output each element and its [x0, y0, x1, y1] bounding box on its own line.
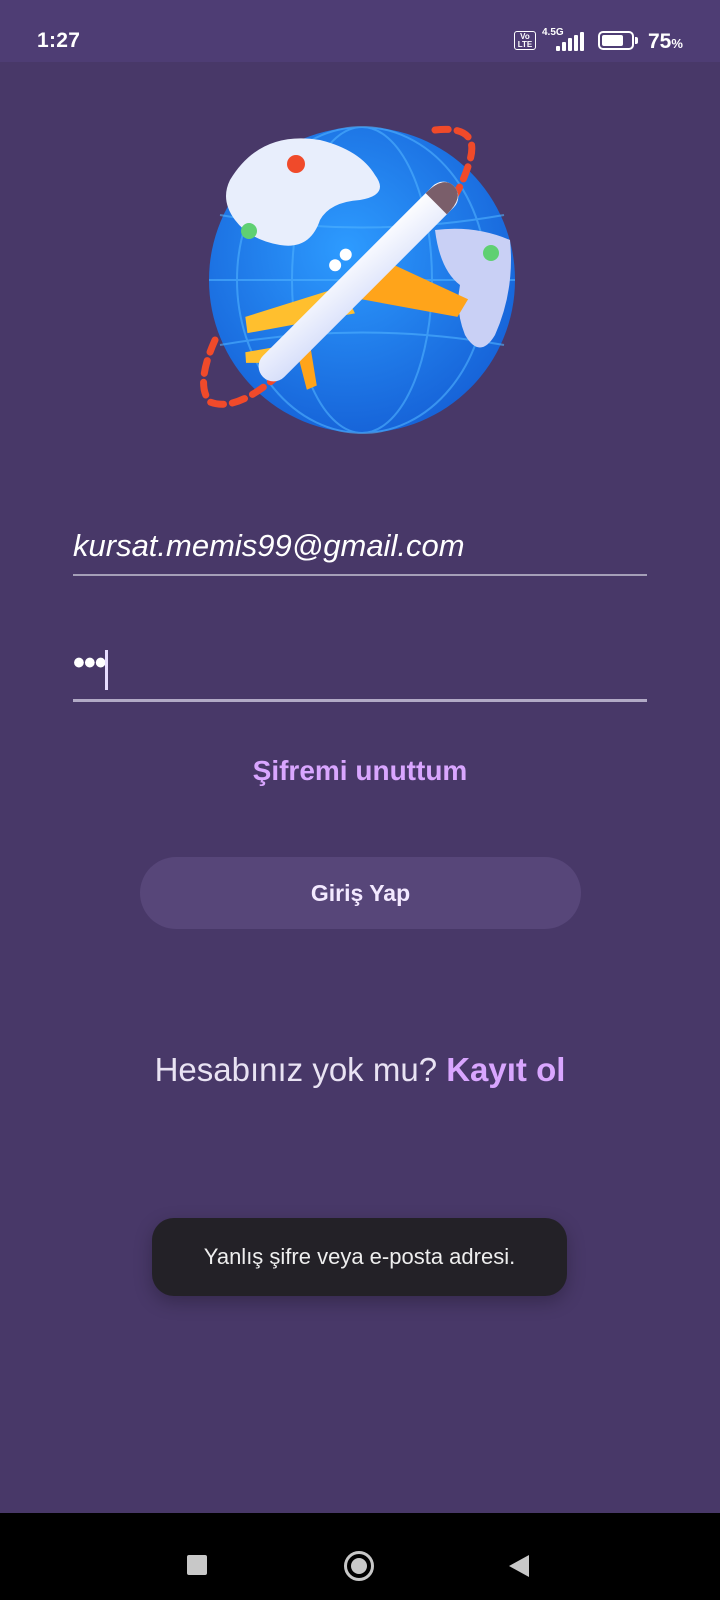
status-bar: 1:27 Vo LTE 4.5G 75%: [0, 0, 720, 62]
error-toast: Yanlış şifre veya e-posta adresi.: [152, 1218, 567, 1296]
back-icon[interactable]: [509, 1555, 529, 1577]
email-input-value: kursat.memis99@gmail.com: [73, 528, 465, 563]
signal-icon: [552, 32, 588, 51]
password-input-value: •••: [73, 644, 107, 682]
email-field[interactable]: kursat.memis99@gmail.com: [73, 520, 647, 576]
recents-icon[interactable]: [187, 1555, 207, 1575]
navigation-bar: [0, 1513, 720, 1600]
battery-fill: [602, 35, 623, 46]
battery-tip: [635, 37, 638, 44]
password-field[interactable]: •••: [73, 640, 647, 702]
signup-prompt: Hesabınız yok mu?: [154, 1051, 438, 1088]
battery-percent: 75%: [648, 30, 683, 53]
status-time: 1:27: [37, 29, 81, 52]
text-cursor: [105, 650, 108, 690]
signup-row: Hesabınız yok mu? Kayıt ol: [0, 1051, 720, 1089]
home-icon[interactable]: [344, 1551, 374, 1581]
login-button[interactable]: Giriş Yap: [140, 857, 581, 929]
battery-icon: [598, 31, 634, 50]
volte-icon: Vo LTE: [514, 31, 536, 50]
signup-link[interactable]: Kayıt ol: [446, 1051, 565, 1088]
globe-airplane-logo: [200, 125, 515, 434]
forgot-password-link[interactable]: Şifremi unuttum: [0, 755, 720, 787]
